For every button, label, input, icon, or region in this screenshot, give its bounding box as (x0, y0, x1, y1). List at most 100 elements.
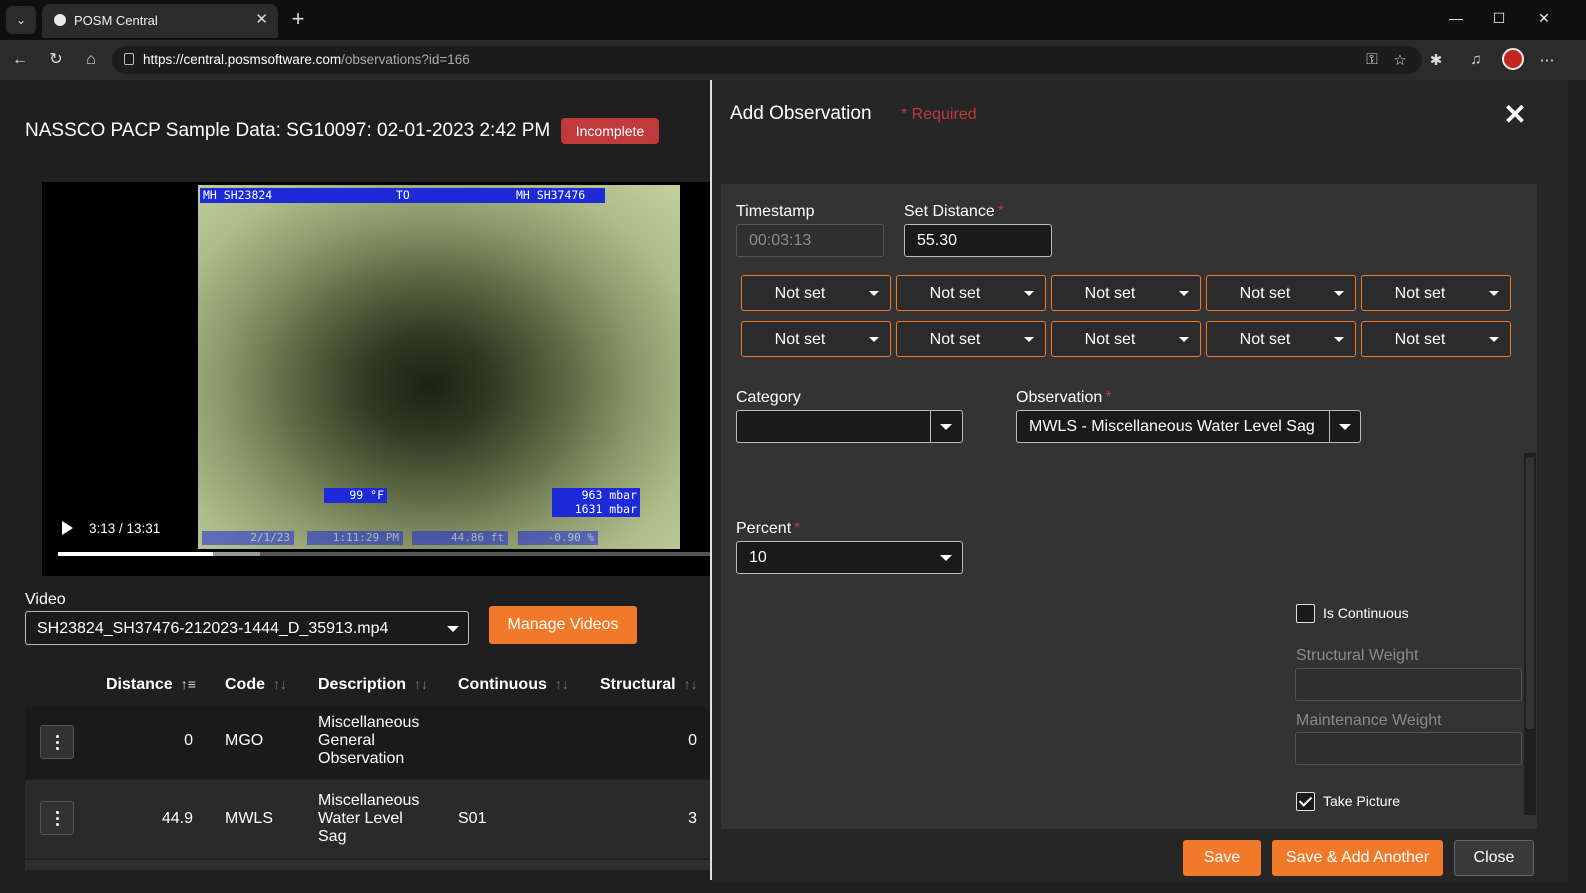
row-actions-kebab-icon[interactable] (40, 725, 74, 759)
is-continuous-label: Is Continuous (1323, 605, 1409, 621)
percent-select[interactable]: 10 (736, 541, 963, 574)
video-overlay-header: MH SH23824 TO MH SH37476 (200, 188, 605, 203)
code-modifier-dropdown[interactable]: Not set (1206, 321, 1356, 357)
row-actions-kebab-icon[interactable] (40, 801, 74, 835)
chevron-down-icon (940, 555, 952, 561)
video-select-value: SH23824_SH37476-212023-1444_D_35913.mp4 (37, 620, 389, 637)
cell-distance: 44.9 (161, 810, 193, 827)
browser-toolbar: ← ↻ ⌂ https://central.posmsoftware.com/o… (0, 40, 1586, 80)
back-arrow-icon[interactable]: ← (9, 50, 31, 70)
close-icon[interactable]: ✕ (1500, 98, 1530, 131)
reload-icon[interactable]: ↻ (45, 50, 67, 70)
table-row[interactable]: 44.9 MWLS Miscellaneous Water Level Sag S0… (25, 780, 710, 858)
tab-list-chevron-icon[interactable]: ⌄ (6, 6, 36, 34)
maintenance-weight-field (1295, 732, 1522, 765)
favorite-star-icon[interactable]: ☆ (1390, 51, 1410, 69)
browser-tab[interactable]: POSM Central ✕ (42, 4, 278, 38)
observation-label: Observation * (1016, 389, 1112, 406)
chevron-down-icon (1179, 291, 1189, 296)
video-label: Video (25, 591, 66, 608)
percent-select-value: 10 (749, 549, 767, 566)
column-header-code[interactable]: Code ↑↓ (225, 676, 287, 694)
video-overlay-temperature: 99 °F (324, 488, 387, 503)
code-modifier-dropdown[interactable]: Not set (1051, 275, 1201, 311)
video-overlay-distance: 44.86 ft (412, 531, 508, 545)
browser-tab-bar: ⌄ POSM Central ✕ + — ☐ ✕ (0, 0, 1586, 40)
video-overlay-date: 2/1/23 (202, 531, 294, 545)
structural-weight-label: Structural Weight (1296, 647, 1419, 664)
maximize-icon[interactable]: ☐ (1489, 10, 1509, 27)
code-modifier-dropdown[interactable]: Not set (1206, 275, 1356, 311)
category-label: Category (736, 389, 801, 406)
cell-description: Miscellaneous Water Level Sag (318, 792, 420, 845)
code-modifier-dropdown[interactable]: Not set (1361, 275, 1511, 311)
address-bar[interactable]: https://central.posmsoftware.com/observa… (112, 46, 1422, 74)
save-and-add-another-button[interactable]: Save & Add Another (1272, 840, 1443, 876)
video-overlay-time: 1:11:29 PM (307, 531, 403, 545)
cell-structural: 3 (688, 810, 697, 827)
category-select[interactable] (736, 410, 963, 443)
table-row[interactable]: 0 MGO Miscellaneous General Observation 0 (25, 707, 710, 779)
form-vertical-scrollbar[interactable] (1524, 453, 1536, 815)
set-distance-field[interactable]: 55.30 (904, 224, 1052, 257)
maintenance-weight-label: Maintenance Weight (1296, 712, 1442, 729)
sort-icon: ↑↓ (554, 676, 569, 692)
column-header-structural[interactable]: Structural ↑↓ (600, 676, 698, 694)
close-button[interactable]: Close (1454, 840, 1534, 876)
code-modifier-dropdown[interactable]: Not set (741, 321, 891, 357)
home-icon[interactable]: ⌂ (80, 50, 102, 70)
minimize-icon[interactable]: — (1446, 10, 1466, 26)
percent-label: Percent * (736, 520, 801, 537)
key-icon[interactable]: ⚿ (1362, 51, 1382, 68)
code-modifier-dropdown[interactable]: Not set (896, 321, 1046, 357)
video-overlay-pressure: 963 mbar 1631 mbar (552, 488, 640, 517)
site-favicon-icon (54, 14, 66, 26)
required-note: * Required (901, 106, 977, 123)
window-close-icon[interactable]: ✕ (1534, 10, 1554, 27)
url-text: https://central.posmsoftware.com/observa… (143, 52, 470, 67)
chevron-down-icon (1024, 337, 1034, 342)
lock-icon (124, 53, 134, 65)
table-horizontal-scrollbar[interactable] (25, 860, 710, 870)
tab-close-icon[interactable]: ✕ (255, 10, 268, 28)
play-icon[interactable] (62, 521, 73, 535)
modal-title: Add Observation (730, 103, 872, 124)
is-continuous-checkbox[interactable] (1296, 604, 1315, 623)
video-progress-bar[interactable] (58, 552, 710, 556)
status-badge: Incomplete (561, 118, 659, 144)
collections-icon[interactable]: ♫ (1466, 51, 1486, 68)
column-header-continuous[interactable]: Continuous ↑↓ (458, 676, 569, 694)
save-button[interactable]: Save (1183, 840, 1261, 876)
sort-icon: ↑↓ (683, 676, 698, 692)
timestamp-label: Timestamp (736, 203, 815, 220)
column-header-distance[interactable]: Distance ↑≡ (106, 676, 196, 694)
profile-avatar[interactable] (1502, 48, 1524, 70)
cell-continuous: S01 (458, 810, 487, 827)
code-modifier-dropdown[interactable]: Not set (1051, 321, 1201, 357)
new-tab-icon[interactable]: + (286, 6, 310, 32)
structural-weight-field (1295, 668, 1522, 701)
manage-videos-button[interactable]: Manage Videos (489, 606, 637, 644)
sort-icon: ↑↓ (273, 676, 287, 692)
chevron-down-icon (1179, 337, 1189, 342)
code-modifier-dropdown[interactable]: Not set (896, 275, 1046, 311)
take-picture-label: Take Picture (1323, 793, 1401, 809)
cell-code: MGO (225, 732, 264, 749)
chevron-down-icon (869, 337, 879, 342)
chevron-down-icon (1024, 291, 1034, 296)
video-select[interactable]: SH23824_SH37476-212023-1444_D_35913.mp4 (25, 611, 469, 645)
code-modifier-dropdown[interactable]: Not set (741, 275, 891, 311)
tab-title: POSM Central (74, 13, 158, 28)
cell-code: MWLS (225, 810, 273, 827)
take-picture-checkbox[interactable] (1296, 792, 1315, 811)
observation-select[interactable]: MWLS - Miscellaneous Water Level Sag (1016, 410, 1361, 443)
extensions-icon[interactable]: ✱ (1426, 51, 1446, 69)
chevron-down-icon (447, 626, 459, 632)
cell-distance: 0 (184, 732, 193, 749)
page-title: NASSCO PACP Sample Data: SG10097: 02-01-… (25, 120, 551, 141)
code-modifier-dropdown[interactable]: Not set (1361, 321, 1511, 357)
sort-ascending-icon: ↑≡ (180, 676, 196, 692)
more-menu-icon[interactable]: ⋯ (1537, 51, 1557, 69)
column-header-description[interactable]: Description ↑↓ (318, 676, 428, 694)
observation-select-value: MWLS - Miscellaneous Water Level Sag (1029, 418, 1315, 435)
